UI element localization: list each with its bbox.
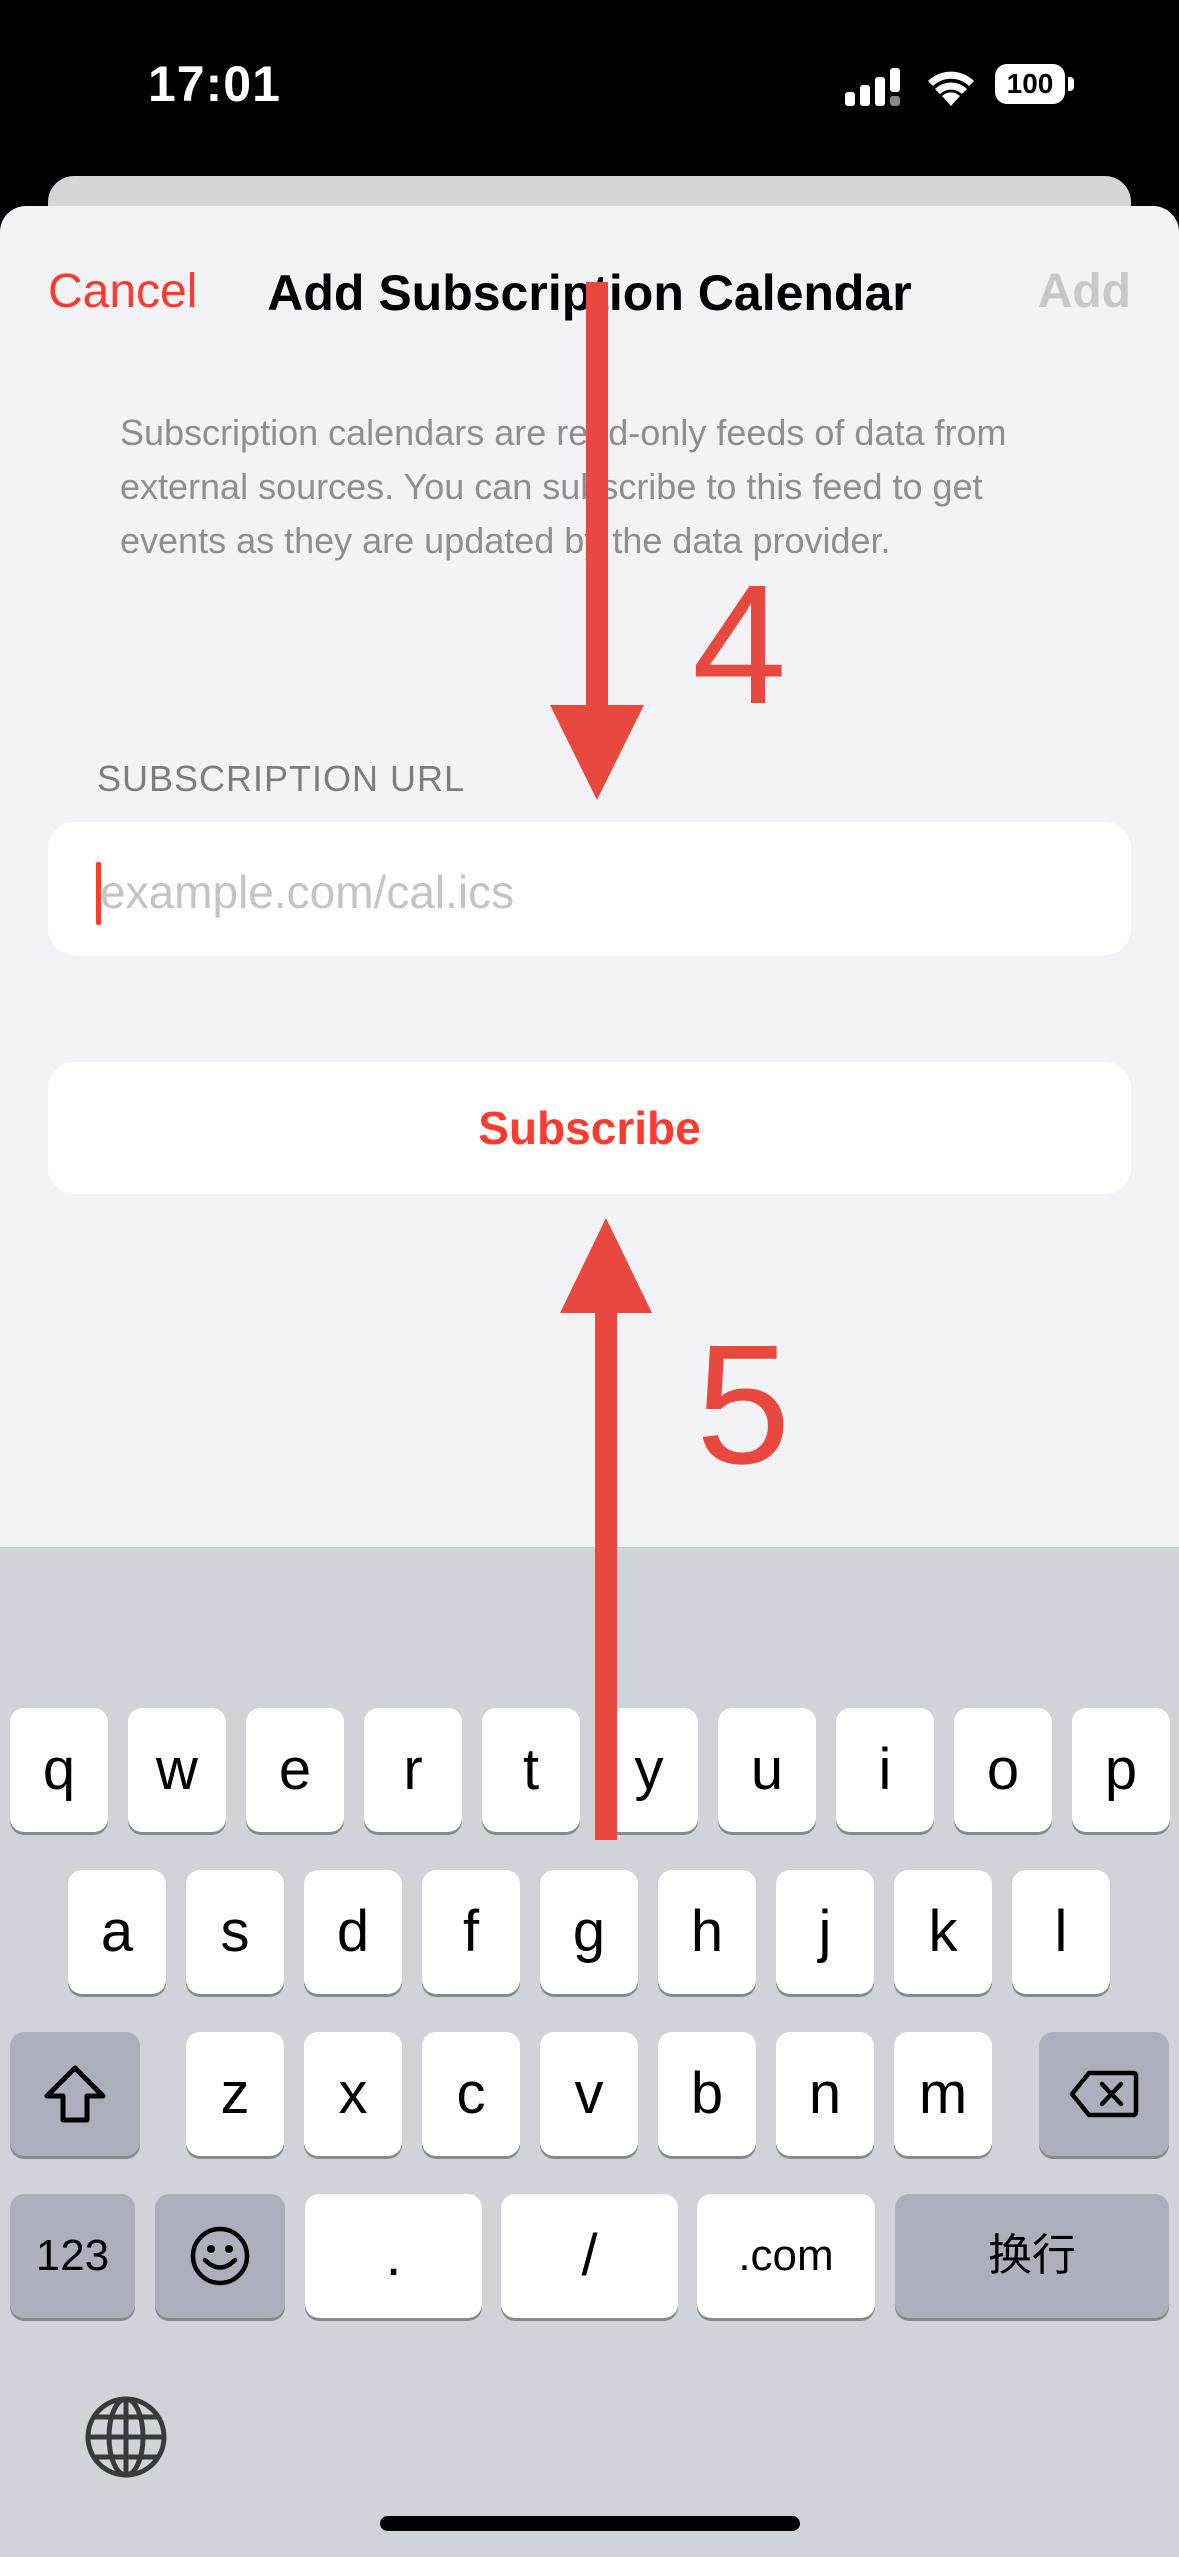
step-4-label: 4 [692, 550, 787, 740]
arrow-up-to-subscribe [560, 1218, 652, 1840]
tutorial-arrows [550, 282, 652, 1840]
step-5-label: 5 [696, 1310, 791, 1500]
arrow-down-to-url-field [550, 282, 644, 800]
